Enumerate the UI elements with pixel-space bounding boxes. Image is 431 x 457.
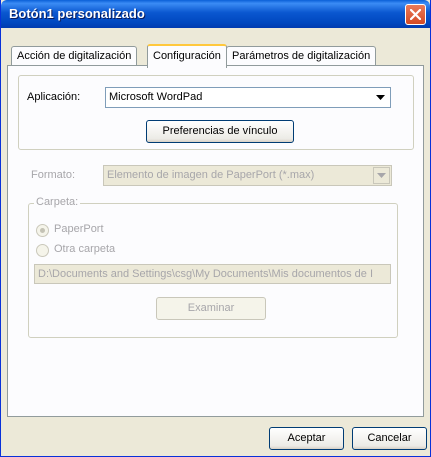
window-title: Botón1 personalizado	[9, 6, 145, 21]
folder-group-label: Carpeta:	[34, 196, 81, 208]
chevron-down-icon[interactable]	[373, 167, 390, 184]
close-button[interactable]	[405, 4, 426, 25]
folder-path-value: D:\Documents and Settings\csg\My Documen…	[38, 268, 374, 280]
folder-path-field[interactable]: D:\Documents and Settings\csg\My Documen…	[34, 264, 391, 284]
application-group: Aplicación: Microsoft WordPad Preferenci…	[18, 75, 414, 150]
radio-other-folder[interactable]	[36, 244, 49, 257]
format-label: Formato:	[31, 169, 76, 181]
application-select[interactable]: Microsoft WordPad	[105, 87, 391, 108]
radio-paperport[interactable]	[36, 224, 49, 237]
application-select-value: Microsoft WordPad	[109, 91, 203, 103]
radio-paperport-label: PaperPort	[54, 223, 104, 235]
close-icon	[410, 9, 421, 20]
tab-configuracion[interactable]: Configuración	[147, 44, 227, 68]
tab-panel-configuracion: Aplicación: Microsoft WordPad Preferenci…	[7, 65, 424, 417]
cancel-button[interactable]: Cancelar	[352, 427, 427, 450]
chevron-down-icon[interactable]	[372, 89, 389, 106]
format-select[interactable]: Elemento de imagen de PaperPort (*.max)	[103, 165, 392, 186]
tab-accion-digitalizacion[interactable]: Acción de digitalización	[11, 46, 138, 66]
dialog-window: Botón1 personalizado Acción de digitaliz…	[0, 0, 431, 457]
application-label: Aplicación:	[27, 91, 81, 103]
title-bar[interactable]: Botón1 personalizado	[1, 0, 430, 28]
ok-button[interactable]: Aceptar	[269, 427, 344, 450]
link-preferences-button[interactable]: Preferencias de vínculo	[146, 120, 294, 143]
radio-other-folder-label: Otra carpeta	[54, 243, 116, 255]
browse-button[interactable]: Examinar	[156, 297, 266, 320]
tab-parametros-digitalizacion[interactable]: Parámetros de digitalización	[226, 46, 377, 66]
format-select-value: Elemento de imagen de PaperPort (*.max)	[107, 169, 315, 181]
